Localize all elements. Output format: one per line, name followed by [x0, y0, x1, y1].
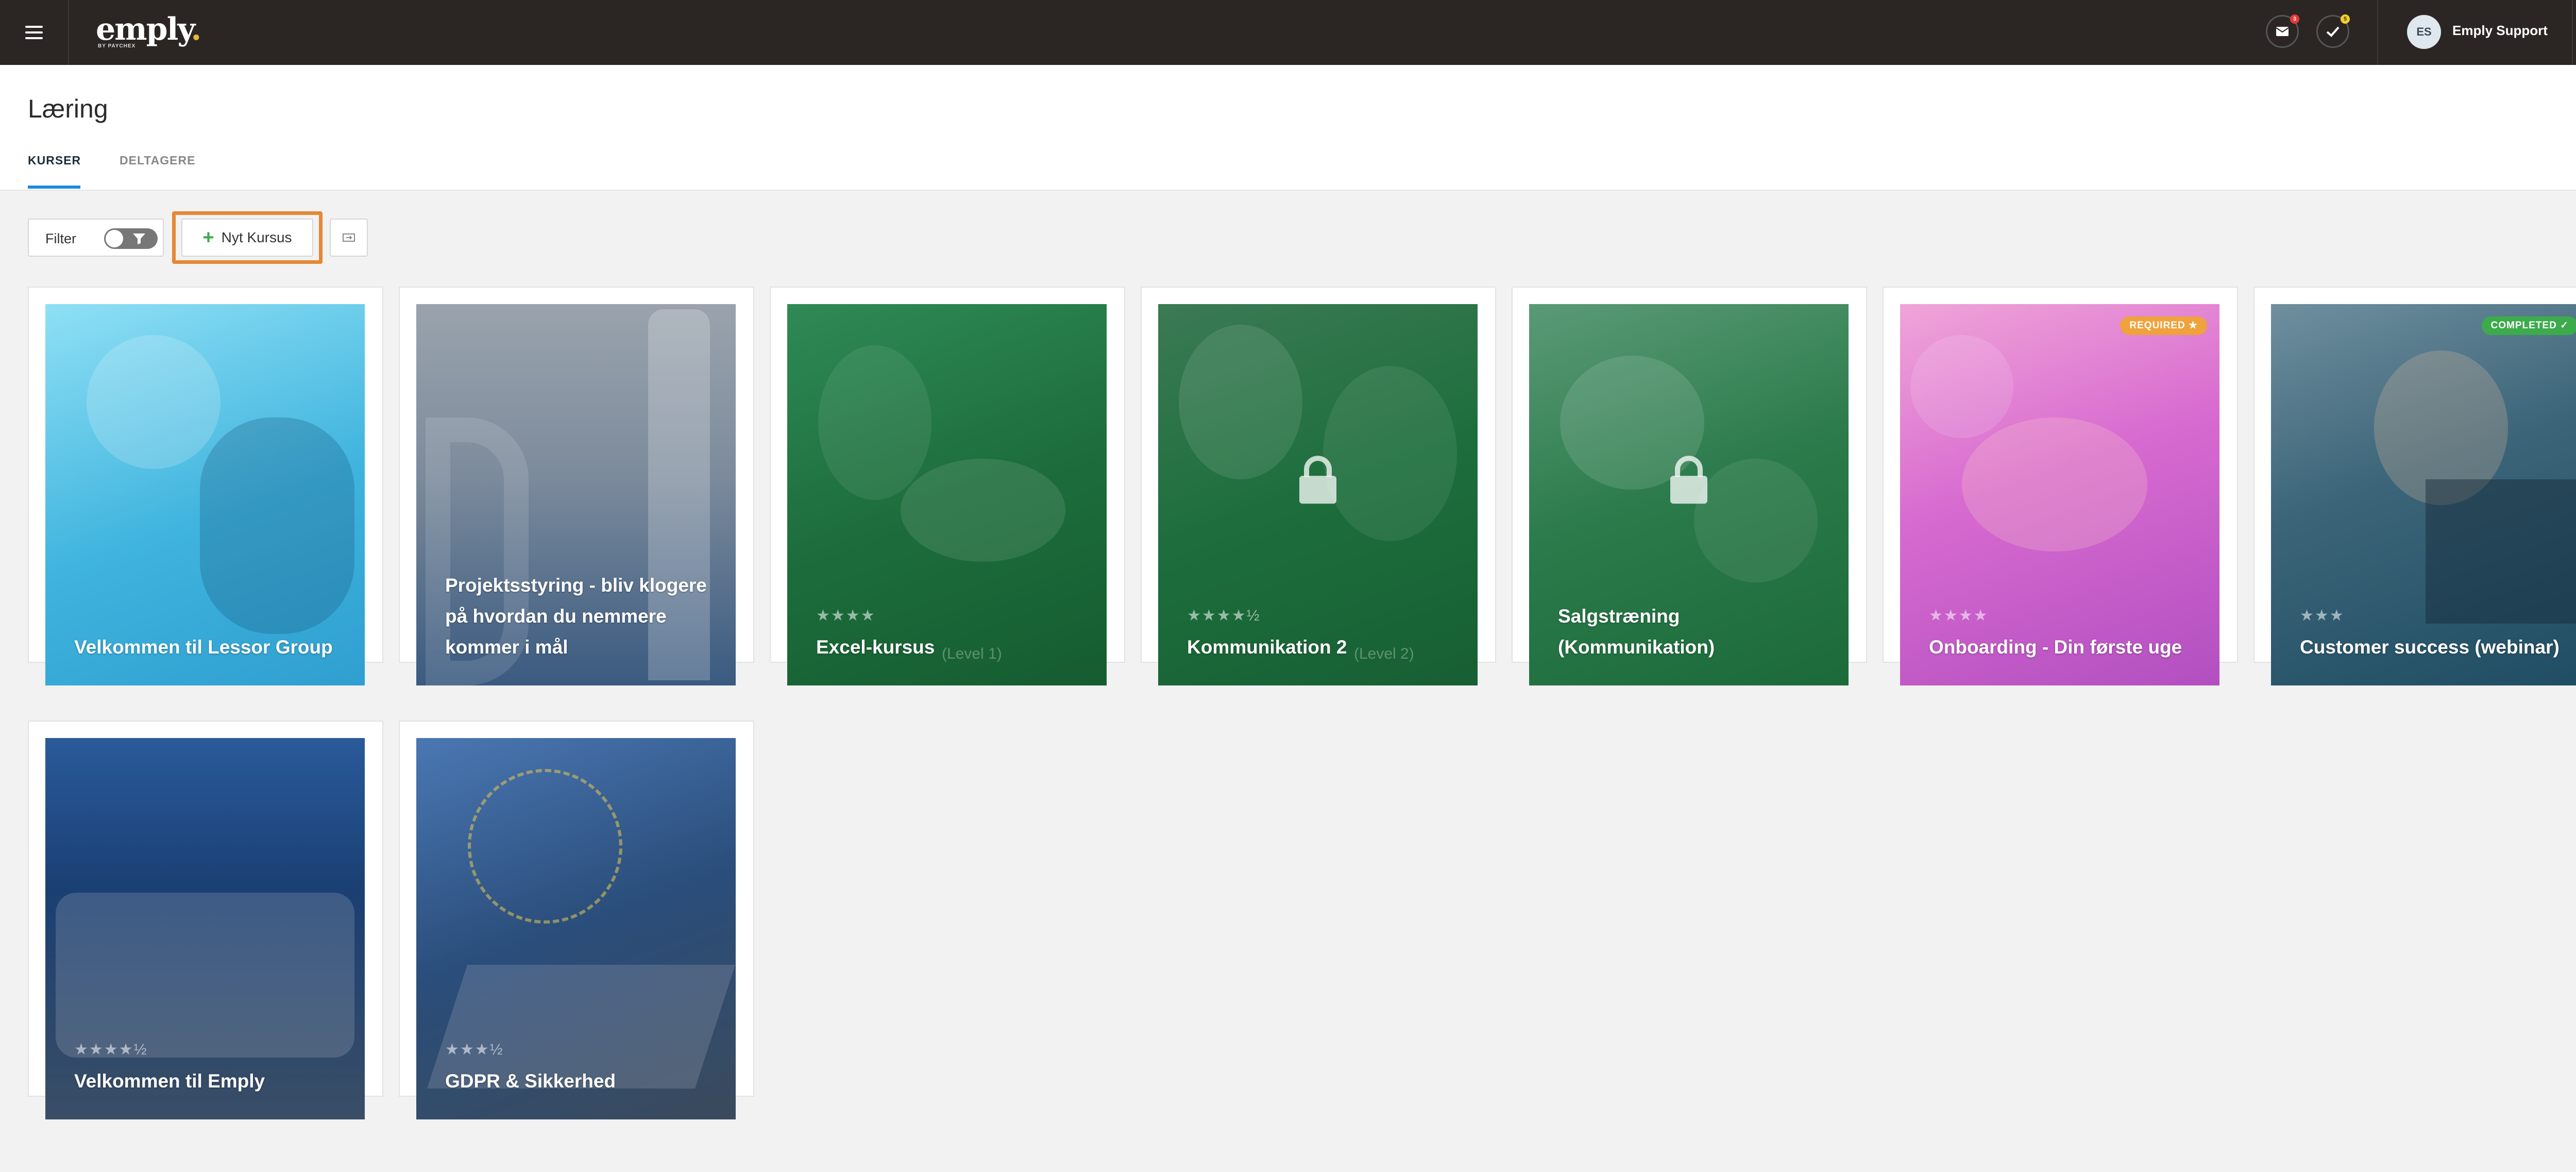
user-name[interactable]: Emply Support	[2452, 23, 2548, 39]
course-card[interactable]: Salgstræning (Kommunikation)	[1512, 287, 1867, 685]
rating-stars: ★★★★½	[74, 1041, 148, 1058]
envelope-icon	[343, 233, 355, 242]
page-header: Læring KURSER DELTAGERE	[0, 65, 2576, 191]
rating-stars: ★★★★½	[1187, 607, 1261, 624]
tasks-count-badge: 5	[2341, 14, 2350, 24]
filter-control: Filter	[28, 219, 164, 257]
course-title: Velkommen til Emply	[74, 1070, 265, 1092]
export-button[interactable]	[330, 219, 368, 257]
search-button[interactable]	[2573, 0, 2576, 65]
top-navigation-bar: emply. BY PAYCHEX 3 5 ES Emply Support	[0, 0, 2576, 65]
user-avatar[interactable]: ES	[2407, 15, 2441, 49]
course-image: ★★★★ (Level 1) Excel-kursus	[787, 304, 1107, 685]
tab-participants[interactable]: DELTAGERE	[120, 154, 195, 168]
tasks-button[interactable]: 5	[2316, 14, 2350, 48]
active-tab-indicator	[28, 186, 80, 189]
course-title: Excel-kursus	[816, 637, 935, 658]
course-card[interactable]: COMPLETED ✓ ★★★ Customer success (webina…	[2253, 287, 2576, 685]
new-course-label: Nyt Kursus	[221, 229, 292, 245]
new-course-button[interactable]: + Nyt Kursus	[181, 219, 313, 257]
plus-icon: +	[202, 227, 214, 248]
hamburger-menu-button[interactable]	[0, 0, 69, 65]
rating-stars: ★★★	[2300, 607, 2345, 624]
page-title: Læring	[28, 94, 108, 123]
lock-icon	[1299, 456, 1336, 504]
mail-icon	[2276, 27, 2289, 36]
checkmark-icon	[2326, 26, 2340, 37]
completed-badge: COMPLETED ✓	[2481, 316, 2576, 335]
course-card[interactable]: ★★★★½ (Level 2) Kommunikation 2	[1141, 287, 1496, 685]
course-title: Salgstræning (Kommunikation)	[1558, 606, 1715, 658]
course-image: Velkommen til Lessor Group	[45, 304, 365, 685]
course-image: REQUIRED ★ ★★★★ Onboarding - Din første …	[1900, 304, 2219, 685]
course-image: ★★★★½ (Level 2) Kommunikation 2	[1158, 304, 1478, 685]
required-badge: REQUIRED ★	[2120, 316, 2207, 335]
filter-toggle[interactable]	[104, 228, 158, 249]
course-card[interactable]: REQUIRED ★ ★★★★ Onboarding - Din første …	[1883, 287, 2238, 685]
course-title: Onboarding - Din første uge	[1929, 637, 2182, 658]
course-image: ★★★½ GDPR & Sikkerhed	[416, 738, 736, 1119]
funnel-icon	[133, 233, 145, 244]
course-title: GDPR & Sikkerhed	[445, 1070, 616, 1092]
course-image: Salgstræning (Kommunikation)	[1529, 304, 1849, 685]
course-card[interactable]: Velkommen til Lessor Group	[28, 287, 383, 685]
lock-icon	[1670, 456, 1707, 504]
course-card[interactable]: ★★★½ GDPR & Sikkerhed	[399, 721, 754, 1119]
messages-count-badge: 3	[2290, 14, 2299, 24]
course-card[interactable]: ★★★★ (Level 1) Excel-kursus	[770, 287, 1125, 685]
course-card[interactable]: Projektsstyring - bliv klogere på hvorda…	[399, 287, 754, 685]
menu-icon	[25, 26, 43, 39]
tab-courses[interactable]: KURSER	[28, 154, 81, 168]
course-image: Projektsstyring - bliv klogere på hvorda…	[416, 304, 736, 685]
course-title: Velkommen til Lessor Group	[74, 637, 333, 658]
course-card[interactable]: ★★★★½ Velkommen til Emply	[28, 721, 383, 1119]
emply-logo[interactable]: emply. BY PAYCHEX	[96, 11, 201, 49]
rating-stars: ★★★★	[1929, 607, 1989, 624]
course-title: Projektsstyring - bliv klogere på hvorda…	[445, 575, 707, 658]
course-title: Kommunikation 2	[1187, 637, 1347, 658]
divider	[2377, 0, 2378, 65]
toggle-knob	[106, 230, 123, 247]
messages-button[interactable]: 3	[2266, 14, 2299, 48]
filter-label: Filter	[45, 231, 76, 246]
course-image: ★★★★½ Velkommen til Emply	[45, 738, 365, 1119]
course-title: Customer success (webinar)	[2300, 637, 2560, 658]
rating-stars: ★★★½	[445, 1041, 504, 1058]
course-image: COMPLETED ✓ ★★★ Customer success (webina…	[2271, 304, 2576, 685]
rating-stars: ★★★★	[816, 607, 876, 624]
